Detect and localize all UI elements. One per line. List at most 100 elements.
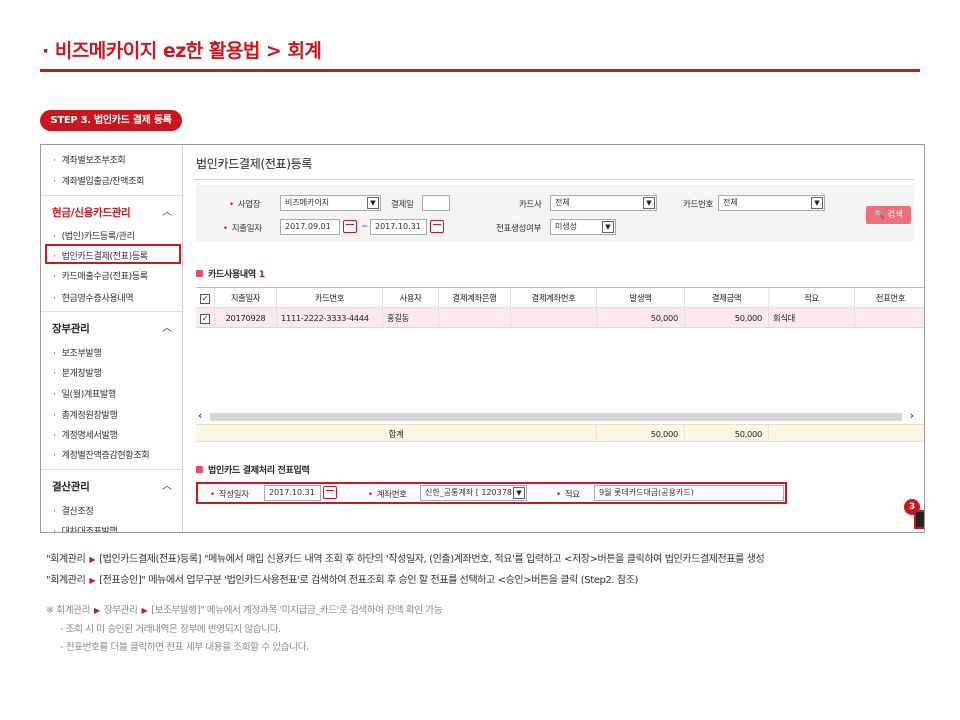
pay-day-input[interactable]: [422, 195, 450, 211]
total-empty: [769, 425, 924, 441]
chevron-down-icon: ▼: [811, 197, 823, 209]
sidebar-item-close-2[interactable]: 대차대조표발행: [53, 524, 118, 532]
step-badge: STEP 3. 법인카드 결제 등록: [40, 110, 182, 131]
sidebar-item-card-payment[interactable]: 법인카드결제(전표)등록: [53, 249, 149, 262]
account-number-label: • 계좌번호: [368, 490, 407, 500]
sidebar-item-ledger-3[interactable]: 일(월)계표발행: [53, 387, 117, 400]
chevron-down-icon: ▼: [643, 197, 655, 209]
memo-input[interactable]: 9월 롯데카드대금(공용카드): [594, 485, 784, 501]
usage-section-title: 카드사용내역 1: [196, 267, 265, 280]
search-button[interactable]: 🔍 검색: [866, 206, 911, 224]
calendar-icon[interactable]: [430, 220, 444, 233]
entry-form: • 작성일자 2017.10.31 • 계좌번호 신한_공통계좌 [ 120378 ▼…: [196, 482, 787, 504]
voucher-status-label: 전표생성여부: [496, 224, 542, 234]
table-row[interactable]: ✓ 20170928 1111-2222-3333-4444 홍길동 50,00…: [196, 308, 924, 328]
business-label: • 사업장: [229, 200, 261, 210]
sidebar-item-account-ledger[interactable]: 계좌별보조부조회: [53, 153, 126, 166]
chevron-right-icon[interactable]: ›: [910, 409, 914, 422]
sidebar-item-cash-receipt[interactable]: 현금영수증사용내역: [53, 291, 134, 304]
total-amount: 50,000: [597, 425, 685, 441]
select-all-checkbox[interactable]: ✓: [200, 294, 210, 304]
sidebar-group-ledger[interactable]: 장부관리: [52, 321, 90, 336]
chevron-up-icon[interactable]: ︿: [162, 319, 172, 334]
cell-voucher[interactable]: [855, 308, 924, 327]
chevron-down-icon: ▼: [513, 487, 525, 499]
memo-label: • 적요: [556, 490, 580, 500]
chevron-down-icon: ▼: [602, 221, 614, 233]
note-line-3: ※ 회계관리 ▶ 장부관리 ▶ [보조부발행]" 메뉴에서 계정과목 '미지급금_카드'…: [46, 605, 443, 616]
card-number-label: 카드번호: [683, 200, 714, 210]
write-date-input[interactable]: 2017.10.31: [264, 485, 321, 501]
cell-card-number: 1111-2222-3333-4444: [277, 308, 383, 327]
search-icon: 🔍: [874, 210, 885, 220]
header-bank: 결제계좌은행: [439, 288, 511, 307]
date-to-input[interactable]: 2017.10.31: [370, 219, 427, 235]
cell-amount: 50,000: [597, 308, 685, 327]
table-header: ✓ 지출일자 카드번호 사용자 결제계좌은행 결제계좌번호 발생액 결제금액 적…: [196, 287, 924, 308]
sidebar: 계좌별보조부조회 계좌별입출금/잔액조회 현금/신용카드관리 ︿ (법인)카드등…: [41, 145, 183, 532]
header-account: 결제계좌번호: [511, 288, 597, 307]
cell-memo: 회식대: [769, 308, 855, 327]
sidebar-item-card-sales[interactable]: 카드매출수금(전표)등록: [53, 269, 149, 282]
content-divider: [194, 179, 914, 180]
cell-bank: [439, 308, 511, 327]
chevron-left-icon[interactable]: ‹: [198, 409, 202, 422]
horizontal-scrollbar[interactable]: ‹ ›: [196, 409, 916, 423]
calendar-icon[interactable]: [323, 486, 337, 499]
sidebar-group-close[interactable]: 결산관리: [52, 479, 90, 494]
header-card-number: 카드번호: [277, 288, 383, 307]
sidebar-item-ledger-2[interactable]: 분개장발행: [53, 366, 102, 379]
save-button[interactable]: 저장: [914, 510, 924, 529]
cell-date: 20170928: [215, 308, 277, 327]
date-label: • 지출일자: [223, 224, 262, 234]
pay-day-label: 결제일: [391, 200, 414, 210]
voucher-status-select[interactable]: 미생성 ▼: [550, 219, 616, 235]
card-company-label: 카드사: [519, 200, 542, 210]
sidebar-item-ledger-1[interactable]: 보조부발행: [53, 346, 102, 359]
sidebar-item-ledger-5[interactable]: 계정명세서발행: [53, 428, 118, 441]
row-checkbox[interactable]: ✓: [200, 314, 210, 324]
card-number-select[interactable]: 전체 ▼: [718, 195, 825, 211]
total-payment: 50,000: [685, 425, 769, 441]
entry-section-title: 법인카드 결제처리 전표입력: [196, 463, 310, 476]
scrollbar-track[interactable]: [210, 413, 902, 421]
cell-user: 홍길동: [383, 308, 439, 327]
cell-account: [511, 308, 597, 327]
main-content: 법인카드결제(전표)등록 • 사업장 비즈메카이지 ▼ 결제일 카드사 전체 ▼ 카드…: [183, 145, 924, 532]
section-marker-icon: [196, 466, 203, 473]
total-row: 합계 50,000 50,000: [196, 424, 924, 442]
note-line-4: - 조회 시 미 승인된 거래내역은 장부에 반영되지 않습니다.: [60, 624, 281, 635]
header-amount: 발생액: [597, 288, 685, 307]
total-label: 합계: [196, 425, 597, 441]
business-select[interactable]: 비즈메카이지 ▼: [280, 195, 381, 211]
cell-payment: 50,000: [685, 308, 769, 327]
sidebar-item-ledger-6[interactable]: 계정별잔액증감현황조회: [53, 448, 150, 461]
header-voucher: 전표번호: [875, 293, 906, 303]
date-from-input[interactable]: 2017.09.01: [280, 219, 340, 235]
filter-panel: • 사업장 비즈메카이지 ▼ 결제일 카드사 전체 ▼ 카드번호 전체 ▼ • 지출일자 …: [196, 185, 914, 242]
sidebar-item-card-register[interactable]: (법인)카드등록/관리: [53, 229, 135, 242]
row-checkbox-cell: ✓: [196, 308, 215, 327]
page-title: · 비즈메카이지 ez한 활용법 > 회계: [42, 40, 322, 62]
sidebar-item-account-balance[interactable]: 계좌별입출금/잔액조회: [53, 174, 145, 187]
calendar-icon[interactable]: [343, 220, 357, 233]
header-date: 지출일자: [215, 288, 277, 307]
write-date-label: • 작성일자: [210, 490, 249, 500]
app-window: 계좌별보조부조회 계좌별입출금/잔액조회 현금/신용카드관리 ︿ (법인)카드등…: [40, 144, 925, 533]
section-marker-icon: [196, 270, 203, 277]
sidebar-group-cash-card[interactable]: 현금/신용카드관리: [52, 205, 131, 220]
title-divider: [40, 69, 920, 72]
header-payment: 결제금액: [685, 288, 769, 307]
chevron-up-icon[interactable]: ︿: [162, 203, 172, 218]
sidebar-divider: [41, 469, 182, 470]
header-user: 사용자: [383, 288, 439, 307]
triangle-right-icon: ▶: [94, 606, 100, 615]
sidebar-item-close-1[interactable]: 결산조정: [53, 504, 94, 517]
sidebar-item-ledger-4[interactable]: 총계정원장발행: [53, 408, 118, 421]
card-company-select[interactable]: 전체 ▼: [550, 195, 657, 211]
chevron-up-icon[interactable]: ︿: [162, 477, 172, 492]
account-number-select[interactable]: 신한_공통계좌 [ 120378 ▼: [420, 485, 527, 501]
date-separator: ~: [361, 222, 368, 232]
note-line-1: "회계관리 ▶ [법인카드결제(전표)등록] "메뉴에서 매입 신용카드 내역 조회…: [46, 554, 765, 565]
header-memo: 적요: [769, 288, 855, 307]
